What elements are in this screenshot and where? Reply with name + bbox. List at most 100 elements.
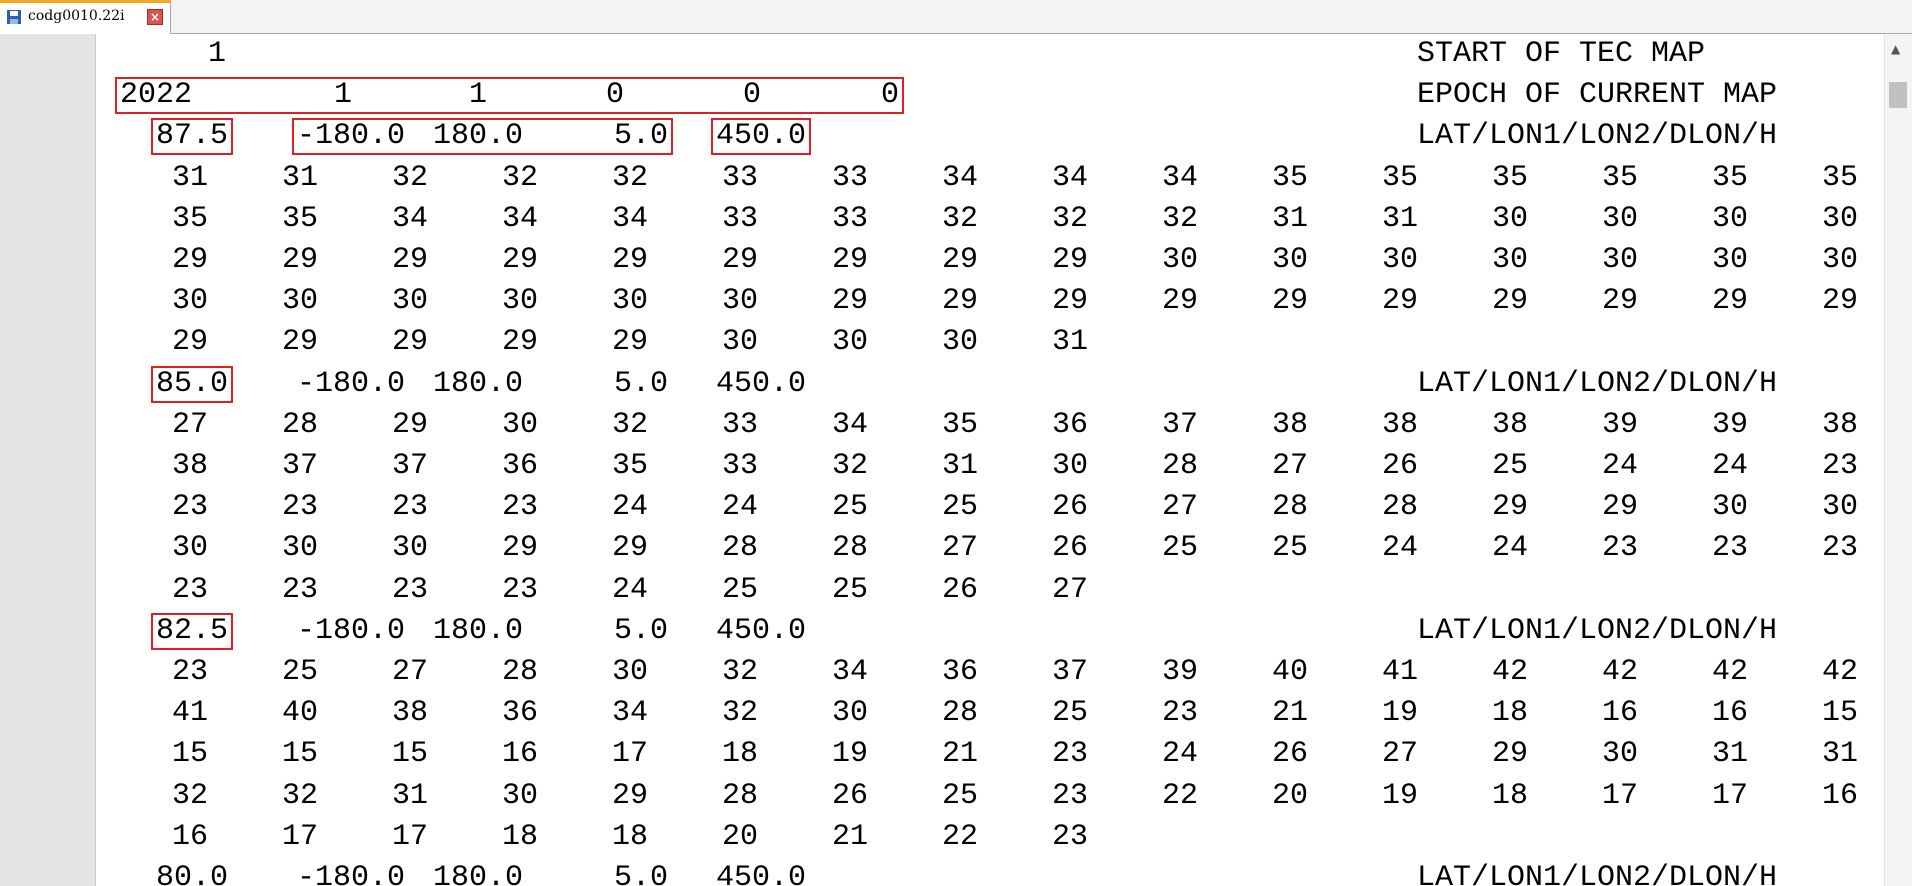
tec-value: 28 bbox=[1271, 490, 1308, 525]
text-editor[interactable]: 5931START OF TEC MAP594202211000EPOCH OF… bbox=[96, 34, 1884, 886]
tec-value: 37 bbox=[1051, 655, 1088, 689]
tec-value: 31 bbox=[1051, 325, 1088, 360]
tec-value: 28 bbox=[501, 655, 538, 689]
editor-line[interactable]: 60823252728303234363739404142424242 bbox=[96, 652, 1884, 693]
vertical-scrollbar[interactable]: ▲ bbox=[1884, 34, 1912, 886]
editor-line[interactable]: 59829292929292929292930303030303030 bbox=[96, 240, 1884, 281]
tec-value: 25 bbox=[1161, 531, 1198, 566]
tec-value: 29 bbox=[1271, 284, 1308, 319]
scroll-thumb[interactable] bbox=[1889, 82, 1907, 108]
lon-range-value: 450.0 bbox=[715, 366, 806, 401]
editor-line[interactable]: 61380.0-180.0180.05.0450.0LAT/LON1/LON2/… bbox=[96, 858, 1884, 886]
tec-value: 25 bbox=[831, 572, 868, 607]
tec-value: 26 bbox=[941, 572, 978, 607]
editor-line[interactable]: 60338373736353332313028272625242423 bbox=[96, 446, 1884, 487]
tec-value: 16 bbox=[501, 737, 538, 772]
editor-line[interactable]: 59631313232323333343434353535353535 bbox=[96, 158, 1884, 199]
tec-value: 30 bbox=[1711, 490, 1748, 525]
tec-value: 29 bbox=[1491, 490, 1528, 525]
tec-value: 23 bbox=[1051, 819, 1088, 854]
editor-line[interactable]: 60941403836343230282523211918161615 bbox=[96, 693, 1884, 734]
tec-value: 15 bbox=[1821, 696, 1858, 731]
tec-value: 32 bbox=[611, 407, 648, 442]
save-icon bbox=[7, 10, 21, 24]
lon-range-value: 450.0 bbox=[715, 613, 806, 648]
record-label: EPOCH OF CURRENT MAP bbox=[1417, 78, 1778, 113]
tec-value: 34 bbox=[1051, 160, 1088, 195]
editor-line[interactable]: 60423232323242425252627282829293030 bbox=[96, 487, 1884, 528]
tec-value: 30 bbox=[1491, 243, 1528, 277]
editor-line[interactable]: 600292929292930303031 bbox=[96, 322, 1884, 363]
editor-line[interactable]: 60227282930323334353637383838393938 bbox=[96, 405, 1884, 446]
tec-value: 17 bbox=[1601, 778, 1638, 813]
tec-value: 31 bbox=[171, 160, 208, 195]
editor-line[interactable]: 61015151516171819212324262729303131 bbox=[96, 734, 1884, 775]
tec-value: 23 bbox=[1601, 531, 1638, 566]
tec-value: 29 bbox=[611, 325, 648, 360]
tec-value: 30 bbox=[831, 696, 868, 731]
lon-range-value: -180.0 bbox=[296, 861, 405, 886]
editor-line[interactable]: 606232323232425252627 bbox=[96, 570, 1884, 611]
tec-value: 16 bbox=[1821, 778, 1858, 813]
editor-line[interactable]: 59735353434343333323232313130303030 bbox=[96, 199, 1884, 240]
tec-value: 26 bbox=[831, 778, 868, 813]
tec-value: 40 bbox=[281, 696, 318, 731]
close-icon[interactable]: × bbox=[147, 9, 163, 25]
tec-value: 35 bbox=[611, 449, 648, 483]
record-label: LAT/LON1/LON2/DLON/H bbox=[1417, 119, 1778, 154]
tec-value: 35 bbox=[1601, 160, 1638, 195]
tec-value: 30 bbox=[501, 284, 538, 319]
tec-value: 23 bbox=[281, 572, 318, 607]
tec-value: 23 bbox=[1051, 737, 1088, 772]
tec-value: 32 bbox=[1161, 201, 1198, 236]
tec-value: 38 bbox=[1271, 407, 1308, 442]
tec-value: 32 bbox=[721, 696, 758, 731]
tec-value: 16 bbox=[1601, 696, 1638, 731]
tec-value: 21 bbox=[941, 737, 978, 772]
tec-value: 20 bbox=[721, 819, 758, 854]
tec-value: 23 bbox=[1711, 531, 1748, 566]
tec-value: 30 bbox=[391, 284, 428, 319]
tab-accent bbox=[0, 0, 171, 3]
tec-value: 30 bbox=[501, 407, 538, 442]
tec-value: 42 bbox=[1821, 655, 1858, 689]
tec-value: 32 bbox=[501, 160, 538, 195]
editor-line[interactable]: 612161717181820212223 bbox=[96, 817, 1884, 858]
tec-value: 23 bbox=[391, 490, 428, 525]
tec-value: 30 bbox=[1711, 243, 1748, 277]
tec-value: 28 bbox=[721, 531, 758, 566]
tec-value: 29 bbox=[391, 243, 428, 277]
record-label: LAT/LON1/LON2/DLON/H bbox=[1417, 613, 1778, 648]
tec-value: 30 bbox=[171, 284, 208, 319]
tec-value: 23 bbox=[171, 490, 208, 525]
tec-value: 29 bbox=[611, 243, 648, 277]
editor-line[interactable]: 59587.5-180.0180.05.0450.0LAT/LON1/LON2/… bbox=[96, 116, 1884, 157]
tec-value: 30 bbox=[1601, 201, 1638, 236]
tec-value: 31 bbox=[941, 449, 978, 483]
tec-value: 34 bbox=[391, 201, 428, 236]
editor-line[interactable]: 61132323130292826252322201918171716 bbox=[96, 776, 1884, 817]
tec-value: 30 bbox=[1711, 201, 1748, 236]
tec-value: 37 bbox=[281, 449, 318, 483]
editor-line[interactable]: 60782.5-180.0180.05.0450.0LAT/LON1/LON2/… bbox=[96, 611, 1884, 652]
tec-value: 29 bbox=[391, 407, 428, 442]
scroll-up-arrow-icon[interactable]: ▲ bbox=[1891, 42, 1905, 56]
lon-range-value: -180.0 bbox=[296, 366, 405, 401]
editor-line[interactable]: 594202211000EPOCH OF CURRENT MAP bbox=[96, 75, 1884, 116]
lon-range-value: -180.0 bbox=[296, 613, 405, 648]
editor-line[interactable]: 59930303030303029292929292929292929 bbox=[96, 281, 1884, 322]
tec-value: 24 bbox=[721, 490, 758, 525]
tec-value: 36 bbox=[1051, 407, 1088, 442]
tec-value: 35 bbox=[1711, 160, 1748, 195]
lon-range-value: 5.0 bbox=[613, 613, 668, 648]
tec-value: 42 bbox=[1601, 655, 1638, 689]
editor-line[interactable]: 5931START OF TEC MAP bbox=[96, 34, 1884, 75]
tec-value: 29 bbox=[1051, 284, 1088, 319]
editor-line[interactable]: 60530303029292828272625252424232323 bbox=[96, 528, 1884, 569]
lon-range-value: 450.0 bbox=[715, 119, 806, 154]
tec-value: 30 bbox=[1601, 737, 1638, 772]
tec-value: 19 bbox=[1381, 696, 1418, 731]
tec-value: 35 bbox=[941, 407, 978, 442]
file-tab[interactable]: codg0010.22i × bbox=[0, 0, 171, 34]
editor-line[interactable]: 60185.0-180.0180.05.0450.0LAT/LON1/LON2/… bbox=[96, 364, 1884, 405]
